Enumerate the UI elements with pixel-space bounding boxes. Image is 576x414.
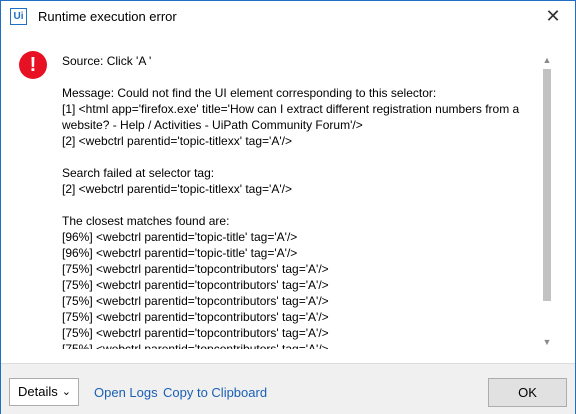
message-line: [1] <html app='firefox.exe' title='How c… bbox=[62, 102, 523, 132]
message-line: [75%] <webctrl parentid='topcontributors… bbox=[62, 342, 329, 349]
message-line: [75%] <webctrl parentid='topcontributors… bbox=[62, 278, 329, 292]
message-line: The closest matches found are: bbox=[62, 214, 230, 228]
chevron-down-icon: ⌄ bbox=[61, 386, 71, 398]
message-line bbox=[62, 197, 537, 213]
vertical-scrollbar[interactable]: ▲ ▼ bbox=[541, 53, 553, 347]
copy-to-clipboard-link[interactable]: Copy to Clipboard bbox=[163, 385, 267, 400]
details-dropdown-button[interactable]: Details ⌄ bbox=[9, 378, 79, 406]
close-icon[interactable]: ✕ bbox=[543, 6, 563, 26]
message-line: Message: Could not find the UI element c… bbox=[62, 86, 437, 100]
scroll-up-icon[interactable]: ▲ bbox=[541, 53, 553, 67]
message-line: [75%] <webctrl parentid='topcontributors… bbox=[62, 326, 329, 340]
message-line bbox=[62, 149, 537, 165]
dialog-footer: Details ⌄ Open Logs Copy to Clipboard OK bbox=[1, 363, 575, 414]
error-message-text[interactable]: Source: Click 'A ' Message: Could not fi… bbox=[62, 53, 537, 349]
message-line: [75%] <webctrl parentid='topcontributors… bbox=[62, 262, 329, 276]
message-line bbox=[62, 69, 537, 85]
message-line: Search failed at selector tag: bbox=[62, 166, 215, 180]
message-line: Source: Click 'A ' bbox=[62, 54, 152, 68]
error-dialog: Ui Runtime execution error ✕ ! Source: C… bbox=[0, 0, 576, 414]
message-line: [75%] <webctrl parentid='topcontributors… bbox=[62, 310, 329, 324]
open-logs-link[interactable]: Open Logs bbox=[94, 385, 158, 400]
message-line: [75%] <webctrl parentid='topcontributors… bbox=[62, 294, 329, 308]
dialog-title: Runtime execution error bbox=[38, 9, 177, 24]
ok-button[interactable]: OK bbox=[488, 378, 567, 407]
uipath-logo-icon: Ui bbox=[10, 8, 27, 25]
message-line: [96%] <webctrl parentid='topic-title' ta… bbox=[62, 230, 298, 244]
dialog-content: ! Source: Click 'A ' Message: Could not … bbox=[1, 33, 575, 363]
scrollbar-thumb[interactable] bbox=[543, 69, 551, 301]
scroll-down-icon[interactable]: ▼ bbox=[541, 335, 553, 349]
message-line: [96%] <webctrl parentid='topic-title' ta… bbox=[62, 246, 298, 260]
message-line: [2] <webctrl parentid='topic-titlexx' ta… bbox=[62, 182, 292, 196]
error-icon: ! bbox=[19, 51, 47, 79]
title-bar: Ui Runtime execution error ✕ bbox=[1, 1, 575, 32]
details-label: Details bbox=[18, 384, 58, 399]
message-line: [2] <webctrl parentid='topic-titlexx' ta… bbox=[62, 134, 292, 148]
